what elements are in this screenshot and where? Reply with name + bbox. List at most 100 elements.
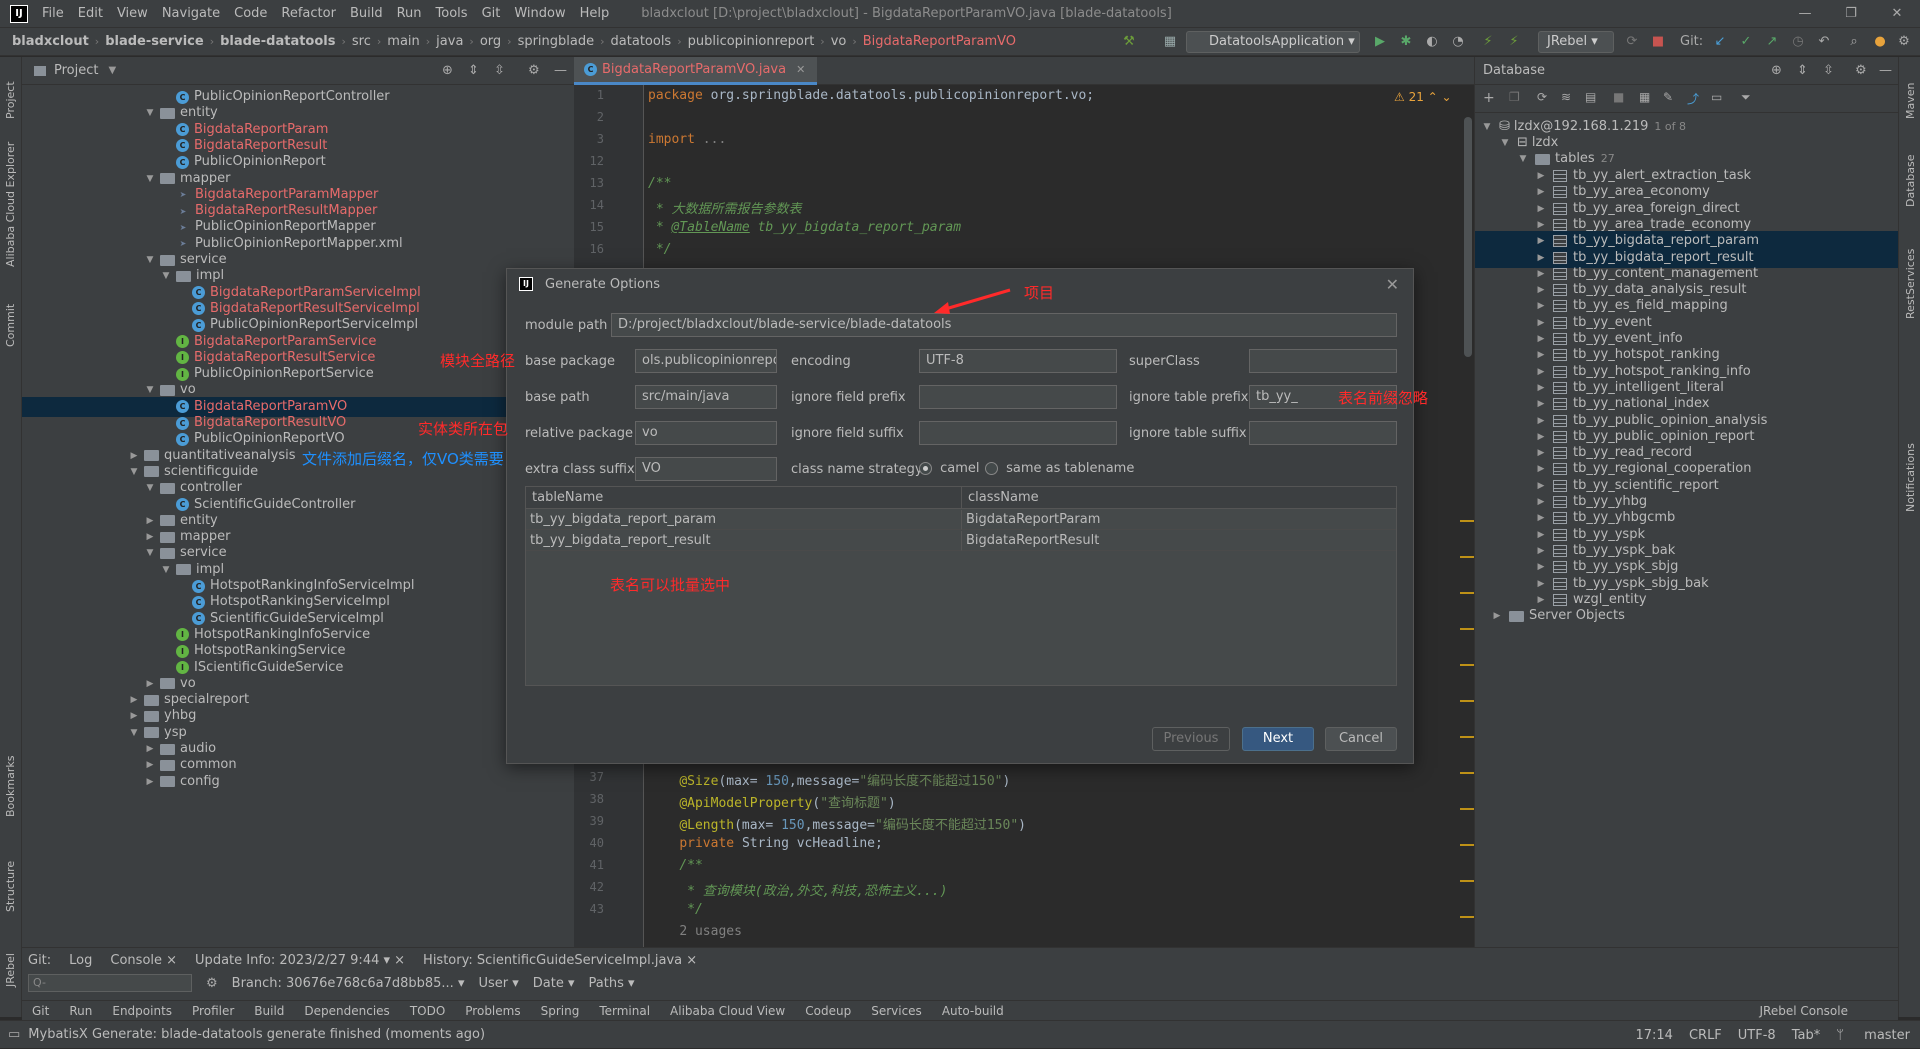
warning-stripe-marker[interactable] [1460, 664, 1474, 666]
expand-all-icon[interactable]: ⇕ [1797, 63, 1808, 78]
warning-stripe-marker[interactable] [1460, 772, 1474, 774]
menu-item-refactor[interactable]: Refactor [281, 6, 336, 21]
add-icon[interactable]: + [1483, 90, 1495, 106]
warning-stripe-marker[interactable] [1460, 880, 1474, 882]
git-update-icon[interactable]: ↙ [1712, 34, 1728, 50]
user-filter[interactable]: User ▾ [478, 976, 518, 991]
breadcrumb-item[interactable]: BigdataReportParamVO [863, 34, 1016, 49]
menu-item-git[interactable]: Git [482, 6, 501, 21]
branch-filter[interactable]: Branch: 30676e768c6a7d8bb85... ▾ [232, 976, 465, 991]
bottom-tab[interactable]: History: ScientificGuideServiceImpl.java… [423, 953, 697, 968]
breadcrumb-item[interactable]: blade-service [105, 34, 203, 49]
profile-icon[interactable]: ◔ [1450, 34, 1466, 50]
git-log-search-input[interactable]: Q- [28, 974, 192, 992]
superclass-input[interactable] [1249, 349, 1397, 373]
menu-item-help[interactable]: Help [580, 6, 610, 21]
copy-icon[interactable]: ❐ [1509, 90, 1520, 104]
ignore-field-suffix-input[interactable] [919, 421, 1117, 445]
menu-item-build[interactable]: Build [350, 6, 383, 21]
breadcrumb-item[interactable]: publicopinionreport [688, 34, 815, 49]
table-icon[interactable]: ▦ [1639, 90, 1650, 104]
bottom-tab[interactable]: Log [69, 953, 92, 968]
tool-window-todo[interactable]: TODO [410, 1004, 445, 1018]
menu-item-edit[interactable]: Edit [78, 6, 103, 21]
tool-window-auto-build[interactable]: Auto-build [942, 1004, 1004, 1018]
collapse-all-icon[interactable]: ⇳ [494, 63, 505, 78]
filter-icon[interactable]: ⏷ [1741, 90, 1751, 105]
jrebel-run-icon[interactable]: ⚡ [1480, 34, 1496, 50]
project-title[interactable]: Project [54, 63, 98, 78]
code-line[interactable]: * @TableName tb_yy_bigdata_report_param [648, 220, 961, 235]
chevron-right-icon[interactable]: ▶ [1491, 606, 1503, 626]
breadcrumb-item[interactable]: org [480, 34, 501, 49]
breadcrumb-item[interactable]: blade-datatools [220, 34, 335, 49]
code-line[interactable]: import ... [648, 132, 726, 147]
jrebel-tool-tab[interactable]: JRebel [4, 953, 17, 987]
gear-icon[interactable]: ⚙ [1855, 63, 1867, 78]
code-line[interactable]: /** [648, 858, 702, 873]
table-row-classname[interactable]: BigdataReportResult [962, 531, 1396, 551]
minimize-icon[interactable]: — [1782, 0, 1828, 28]
restore-icon[interactable]: ❐ [1828, 0, 1874, 28]
git-branch[interactable]: ᛘ master [1836, 1028, 1910, 1043]
table-row-tablename[interactable]: tb_yy_bigdata_report_param [526, 510, 962, 530]
editor-scrollbar[interactable] [1464, 117, 1472, 357]
chevron-right-icon[interactable]: ▶ [144, 772, 156, 792]
warning-stripe-marker[interactable] [1460, 736, 1474, 738]
tool-window-alibaba-cloud-view[interactable]: Alibaba Cloud View [670, 1004, 785, 1018]
menu-item-window[interactable]: Window [514, 6, 565, 21]
refresh-icon[interactable]: ⟳ [1537, 90, 1547, 104]
undo-icon[interactable]: ↶ [1816, 34, 1832, 50]
warning-stripe-marker[interactable] [1460, 628, 1474, 630]
file-encoding[interactable]: UTF-8 [1738, 1028, 1776, 1043]
bottom-tab[interactable]: Console × [110, 953, 177, 968]
code-line[interactable]: @Size(max= 150,message="编码长度不能超过150") [648, 770, 1010, 789]
git-history-icon[interactable]: ◷ [1790, 34, 1806, 50]
tree-item[interactable]: I IScientificGuideService [176, 658, 343, 678]
run-icon[interactable]: ▶ [1372, 34, 1388, 50]
code-line[interactable]: @Length(max= 150,message="编码长度不能超过150") [648, 814, 1026, 833]
database-tool-tab[interactable]: Database [1904, 155, 1917, 208]
commit-tool-tab[interactable]: Commit [4, 304, 17, 347]
build-hammer-icon[interactable]: ⚒ [1121, 34, 1137, 50]
warning-indicator[interactable]: ⚠ 21 ⌃ ⌄ [1394, 90, 1452, 104]
hide-icon[interactable]: — [554, 63, 567, 78]
tool-window-dependencies[interactable]: Dependencies [304, 1004, 389, 1018]
menu-item-code[interactable]: Code [234, 6, 267, 21]
jrebel-select[interactable]: JRebel ▾ [1538, 31, 1614, 53]
jump-icon[interactable]: ⤴ [1687, 90, 1699, 107]
warning-stripe-marker[interactable] [1460, 808, 1474, 810]
chevron-down-icon[interactable]: ▼ [144, 478, 156, 498]
stop-icon[interactable]: ■ [1613, 90, 1624, 104]
jrebel-console-button[interactable]: JRebel Console [1759, 1004, 1848, 1018]
chevron-down-icon[interactable]: ▼ [1481, 117, 1493, 137]
settings-icon[interactable]: ⚙ [1896, 34, 1912, 50]
chevron-down-icon[interactable]: ▼ [144, 169, 156, 189]
radio-unchecked-icon[interactable] [985, 462, 998, 475]
git-commit-icon[interactable]: ✓ [1738, 34, 1754, 50]
menu-item-tools[interactable]: Tools [436, 6, 468, 21]
code-line[interactable]: private String vcHeadline; [648, 836, 883, 851]
expand-all-icon[interactable]: ⇕ [468, 63, 479, 78]
properties-icon[interactable]: ▤ [1585, 90, 1596, 104]
breadcrumb-item[interactable]: main [387, 34, 419, 49]
tool-window-endpoints[interactable]: Endpoints [112, 1004, 172, 1018]
warning-stripe-marker[interactable] [1460, 844, 1474, 846]
tool-window-run[interactable]: Run [69, 1004, 92, 1018]
edit-icon[interactable]: ✎ [1663, 90, 1673, 104]
chevron-down-icon[interactable]: ▼ [128, 462, 140, 482]
chevron-down-icon[interactable]: ▼ [1517, 149, 1529, 169]
menu-item-view[interactable]: View [117, 6, 148, 21]
breadcrumb-item[interactable]: datatools [611, 34, 672, 49]
alibaba-cloud-explorer-tab[interactable]: Alibaba Cloud Explorer [4, 142, 17, 267]
breadcrumb-item[interactable]: vo [831, 34, 847, 49]
base-package-input[interactable]: ols.publicopinionreport [635, 349, 777, 373]
debug-icon[interactable]: ✱ [1398, 34, 1414, 50]
warning-stripe-marker[interactable] [1460, 556, 1474, 558]
code-line[interactable]: 2 usages [648, 924, 742, 939]
cancel-button[interactable]: Cancel [1325, 727, 1397, 751]
bottom-tab[interactable]: Update Info: 2023/2/27 9:44 ▾ × [195, 953, 405, 968]
run-configuration-select[interactable]: DatatoolsApplication ▾ [1186, 31, 1360, 53]
update-icon[interactable]: ● [1872, 34, 1888, 50]
relative-package-input[interactable]: vo [635, 421, 777, 445]
